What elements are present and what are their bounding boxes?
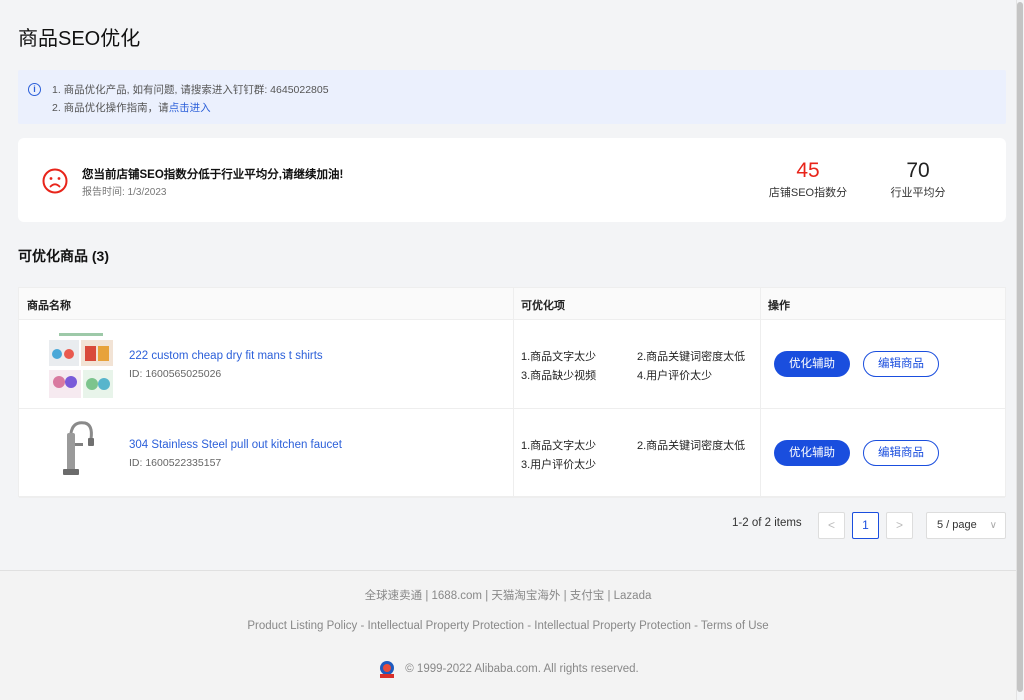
copyright-text: © 1999-2022 Alibaba.com. All rights rese… (405, 663, 639, 676)
issue-item: 3.商品缺少视频 (521, 370, 597, 382)
edit-product-button[interactable]: 编辑商品 (863, 351, 939, 377)
footer-copyright-row: © 1999-2022 Alibaba.com. All rights rese… (0, 659, 1016, 679)
industry-score-label: 行业平均分 (890, 187, 946, 199)
header-optimizable: 可优化项 (521, 300, 565, 312)
pagination-prev-button[interactable]: < (818, 512, 845, 539)
issue-item: 1.商品文字太少 (521, 440, 597, 452)
product-id: ID: 1600565025026 (129, 368, 222, 380)
optimize-assist-button[interactable]: 优化辅助 (774, 351, 850, 377)
report-date: 报告时间: 1/3/2023 (82, 187, 167, 198)
vertical-scrollbar[interactable] (1016, 0, 1024, 700)
info-icon: i (28, 83, 41, 96)
scrollbar-thumb[interactable] (1017, 2, 1023, 692)
edit-product-button[interactable]: 编辑商品 (863, 440, 939, 466)
site-footer: 全球速卖通 | 1688.com | 天猫淘宝海外 | 支付宝 | Lazada… (0, 570, 1016, 700)
main-content: 商品SEO优化 i 1. 商品优化产品, 如有问题, 请搜索进入钉钉群: 464… (0, 0, 1016, 570)
optimize-assist-button[interactable]: 优化辅助 (774, 440, 850, 466)
pagination-page-1[interactable]: 1 (852, 512, 879, 539)
product-name-link[interactable]: 222 custom cheap dry fit mans t shirts (129, 350, 323, 362)
header-product-name: 商品名称 (27, 300, 71, 312)
product-name-link[interactable]: 304 Stainless Steel pull out kitchen fau… (129, 439, 342, 451)
issue-item: 3.用户评价太少 (521, 459, 597, 471)
product-id: ID: 1600522335157 (129, 457, 222, 469)
pagination-next-button[interactable]: > (886, 512, 913, 539)
issue-item: 4.用户评价太少 (637, 370, 713, 382)
shop-score-value: 45 (796, 159, 820, 182)
shop-score-label: 店铺SEO指数分 (768, 187, 848, 199)
notice-banner: i 1. 商品优化产品, 如有问题, 请搜索进入钉钉群: 4645022805 … (18, 70, 1006, 124)
page-title: 商品SEO优化 (18, 28, 141, 50)
page-size-select[interactable]: 5 / page ∨ (926, 512, 1006, 539)
footer-policy-links[interactable]: Product Listing Policy - Intellectual Pr… (0, 620, 1016, 632)
industry-score-value: 70 (906, 159, 930, 182)
chevron-down-icon: ∨ (989, 520, 997, 531)
notice-line-2: 2. 商品优化操作指南，请点击进入 (52, 100, 211, 115)
product-thumbnail[interactable] (45, 419, 117, 489)
issue-item: 1.商品文字太少 (521, 351, 597, 363)
notice-line-1: 1. 商品优化产品, 如有问题, 请搜索进入钉钉群: 4645022805 (52, 84, 329, 96)
table-row: 222 custom cheap dry fit mans t shirts I… (19, 320, 1005, 409)
issue-item: 2.商品关键词密度太低 (637, 440, 746, 452)
industry-score-stat: 70 行业平均分 (878, 158, 958, 200)
guide-link[interactable]: 点击进入 (169, 102, 211, 114)
issue-item: 2.商品关键词密度太低 (637, 351, 746, 363)
sad-face-icon (42, 168, 68, 194)
product-thumbnail[interactable] (45, 330, 117, 400)
police-badge-icon (380, 661, 395, 678)
shop-score-stat: 45 店铺SEO指数分 (758, 158, 858, 200)
header-actions: 操作 (768, 300, 790, 312)
seo-score-card: 您当前店铺SEO指数分低于行业平均分,请继续加油! 报告时间: 1/3/2023… (18, 138, 1006, 222)
table-row: 304 Stainless Steel pull out kitchen fau… (19, 409, 1005, 498)
page-size-value: 5 / page (937, 519, 977, 531)
score-message: 您当前店铺SEO指数分低于行业平均分,请继续加油! (82, 169, 344, 181)
products-table: 商品名称 可优化项 操作 222 custom cheap dry fit ma… (18, 287, 1006, 498)
table-header: 商品名称 可优化项 操作 (19, 288, 1005, 320)
section-title: 可优化商品 (3) (18, 248, 109, 264)
notice-line-2-text: 2. 商品优化操作指南，请 (52, 102, 169, 114)
footer-partner-links[interactable]: 全球速卖通 | 1688.com | 天猫淘宝海外 | 支付宝 | Lazada (0, 587, 1016, 603)
pagination-total: 1-2 of 2 items (732, 517, 802, 529)
